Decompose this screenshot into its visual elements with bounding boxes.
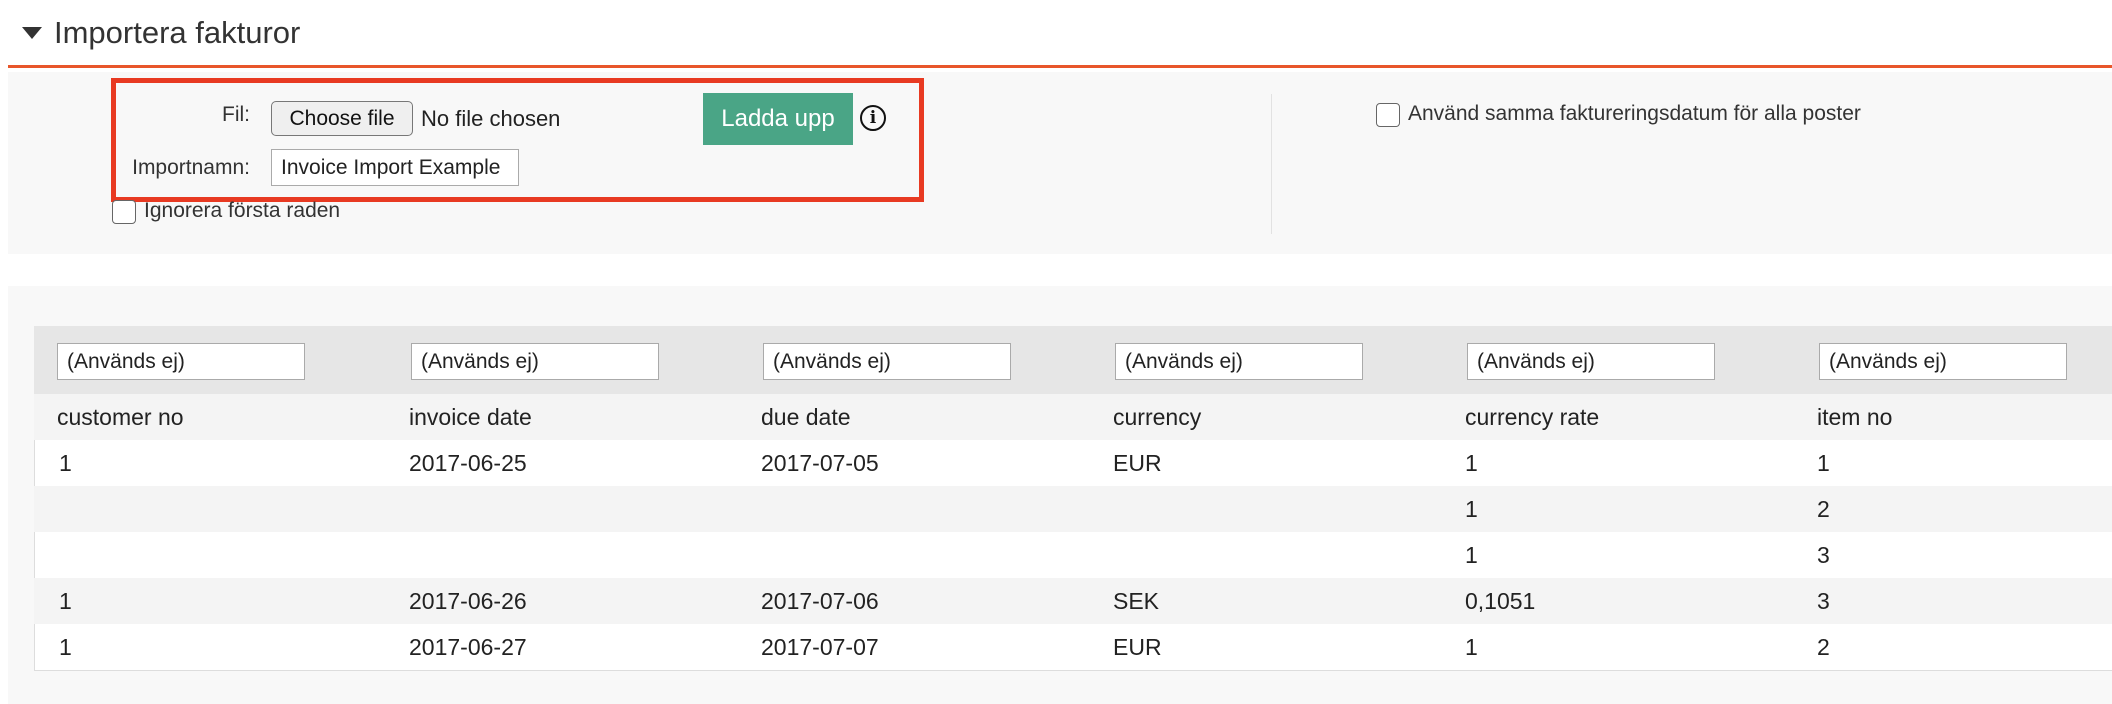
no-file-text: No file chosen (421, 106, 561, 131)
column-mapping-select[interactable]: (Används ej) (1467, 343, 1715, 380)
section-header[interactable]: Importera fakturor (8, 0, 2112, 68)
table-cell: 2 (1817, 496, 1830, 522)
table-cell: 3 (1817, 588, 1830, 614)
table-row: 1 2017-06-25 2017-07-05 EUR 1 1 (34, 440, 2112, 486)
upload-button[interactable]: Ladda upp (703, 93, 853, 145)
table-cell: 2017-07-05 (761, 450, 879, 476)
file-label: Fil: (222, 103, 250, 126)
caret-down-icon[interactable] (22, 26, 42, 39)
table-cell: 1 (59, 634, 72, 660)
table-cell: 1 (1465, 634, 1478, 660)
table-cell: 1 (1465, 496, 1478, 522)
table-cell: SEK (1113, 588, 1160, 614)
table-cell: 2017-07-07 (761, 634, 879, 660)
column-header: currency (1113, 404, 1202, 430)
choose-file-button[interactable]: Choose file (271, 101, 413, 136)
table-row: 1 2 (34, 486, 2112, 532)
info-icon[interactable]: i (860, 105, 886, 131)
table-cell: 2017-06-25 (409, 450, 527, 476)
table-cell: 2017-07-06 (761, 588, 879, 614)
column-mapping-select[interactable]: (Används ej) (57, 343, 305, 380)
table-cell: 2017-06-27 (409, 634, 527, 660)
column-header: currency rate (1465, 404, 1600, 430)
table-header-row: customer no invoice date due date curren… (34, 394, 2112, 440)
section-title: Importera fakturor (54, 14, 301, 50)
ignore-first-row-checkbox[interactable] (112, 200, 136, 224)
ignore-first-row-label: Ignorera första raden (144, 199, 341, 222)
table-cell: 3 (1817, 542, 1830, 568)
table-row: 1 2017-06-27 2017-07-07 EUR 1 2 (34, 624, 2112, 670)
same-date-label: Använd samma faktureringsdatum för alla … (1408, 102, 1861, 125)
column-header: invoice date (409, 404, 532, 430)
column-header: due date (761, 404, 851, 430)
same-date-checkbox[interactable] (1376, 103, 1400, 127)
table-cell: 1 (1817, 450, 1830, 476)
column-mapping-select[interactable]: (Används ej) (411, 343, 659, 380)
table-cell: EUR (1113, 634, 1162, 660)
table-row: 1 3 (34, 532, 2112, 578)
table-cell: 1 (59, 450, 72, 476)
table-row: 1 2017-06-26 2017-07-06 SEK 0,1051 3 (34, 578, 2112, 624)
table-cell: 0,1051 (1465, 588, 1536, 614)
table-cell: 2017-06-26 (409, 588, 527, 614)
table-cell: 2 (1817, 634, 1830, 660)
column-header: item no (1817, 404, 1893, 430)
column-mapping-select[interactable]: (Används ej) (1115, 343, 1363, 380)
column-mapping-select[interactable]: (Används ej) (763, 343, 1011, 380)
column-header: customer no (57, 404, 184, 430)
column-mapping-row (34, 326, 2112, 394)
import-name-label: Importnamn: (132, 156, 250, 179)
table-cell: 1 (1465, 542, 1478, 568)
vertical-divider (1271, 94, 1272, 234)
import-name-input[interactable] (271, 149, 519, 186)
table-cell: EUR (1113, 450, 1162, 476)
column-mapping-select[interactable]: (Används ej) (1819, 343, 2067, 380)
table-cell: 1 (59, 588, 72, 614)
table-cell: 1 (1465, 450, 1478, 476)
